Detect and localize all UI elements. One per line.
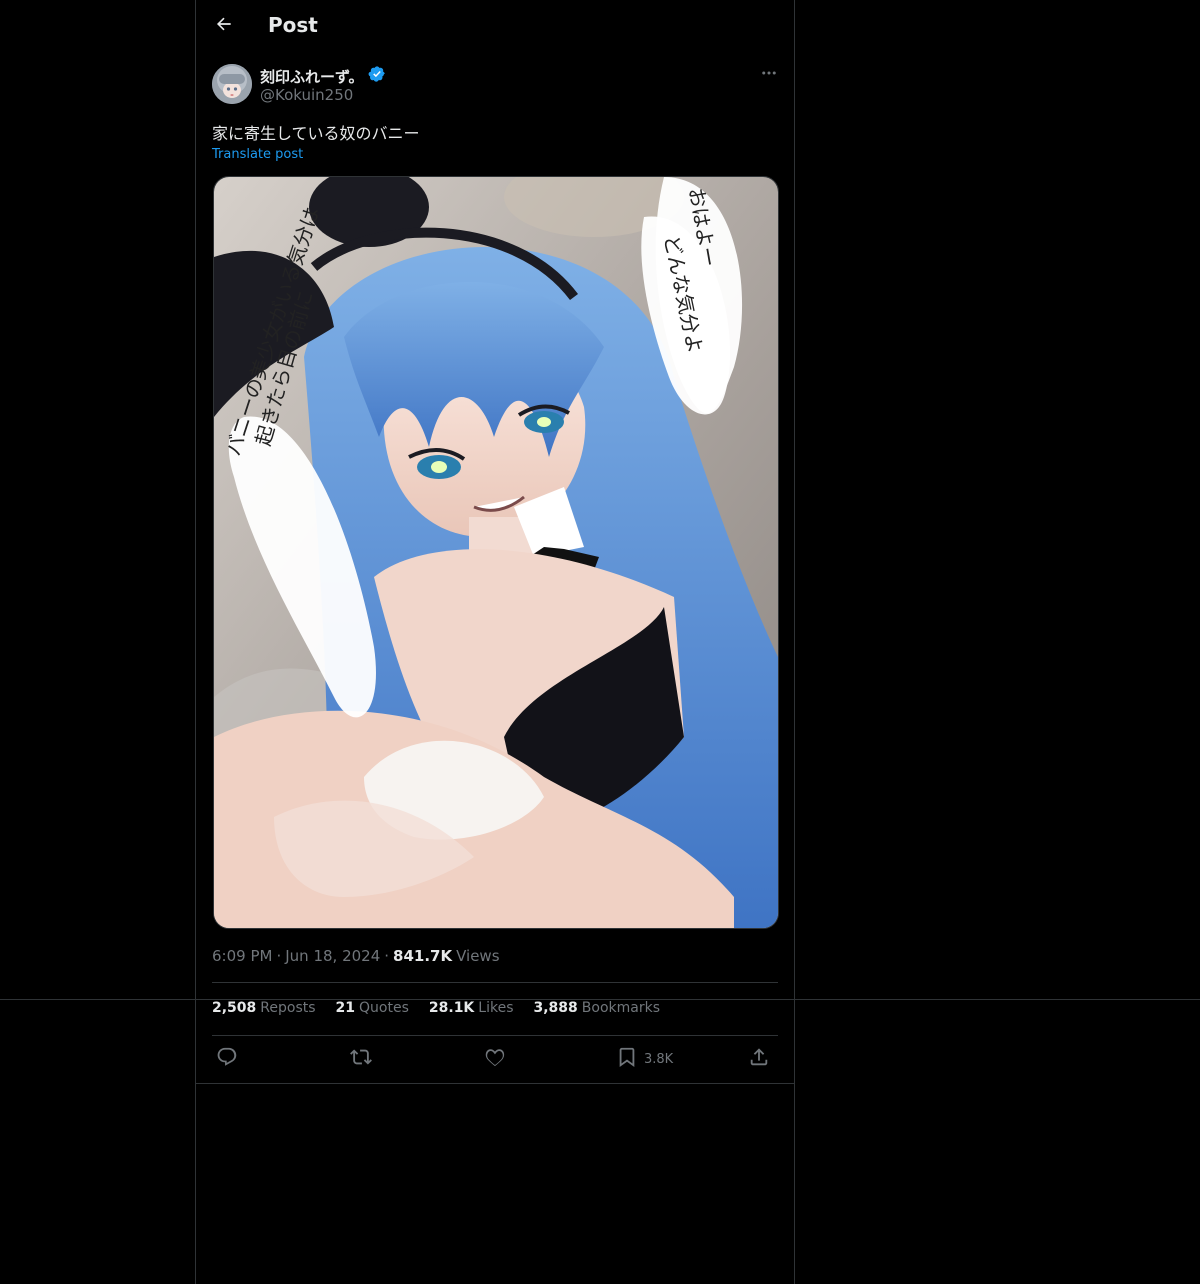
author-display-name[interactable]: 刻印ふれーず。 — [260, 66, 364, 87]
avatar[interactable] — [212, 64, 252, 104]
reposts-count: 2,508 — [212, 1000, 257, 1016]
translate-post-link[interactable]: Translate post — [212, 147, 303, 162]
quotes-stat[interactable]: 21 Quotes — [336, 1000, 409, 1016]
verified-badge-icon — [368, 65, 386, 87]
more-dots-icon — [760, 64, 778, 86]
quotes-label: Quotes — [359, 1000, 409, 1016]
bookmarks-label: Bookmarks — [581, 1000, 661, 1016]
share-button[interactable] — [748, 1044, 770, 1074]
post-date[interactable]: Jun 18, 2024 — [285, 947, 380, 965]
views-count: 841.7K — [393, 947, 453, 965]
like-button[interactable] — [484, 1044, 506, 1074]
bookmark-icon — [616, 1046, 638, 1072]
post-text: 家に寄生している奴のバニー — [212, 124, 420, 143]
repost-icon — [350, 1046, 372, 1072]
quotes-count: 21 — [335, 1000, 356, 1016]
post-image[interactable]: おはよー どんな気分よ 起きたら目の前に バニーの美少女がいる気分は — [213, 176, 779, 929]
bookmarks-stat[interactable]: 3,888 Bookmarks — [534, 1000, 661, 1016]
post-bottom-border — [196, 1083, 794, 1084]
reply-button[interactable] — [216, 1044, 238, 1074]
likes-stat[interactable]: 28.1K Likes — [429, 1000, 514, 1016]
views-label: Views — [456, 947, 500, 965]
back-button[interactable] — [208, 10, 240, 42]
bookmarks-count: 3,888 — [533, 1000, 578, 1016]
author-name-row[interactable]: 刻印ふれーず。 — [260, 65, 386, 87]
reply-icon — [216, 1046, 238, 1072]
page-title: Post — [268, 13, 318, 37]
more-options-button[interactable] — [758, 64, 780, 86]
likes-label: Likes — [478, 1000, 514, 1016]
post-actions: 3.8K — [212, 1044, 778, 1074]
heart-icon — [484, 1046, 506, 1072]
likes-count: 28.1K — [428, 1000, 475, 1016]
divider — [212, 1035, 778, 1036]
post-time[interactable]: 6:09 PM — [212, 947, 272, 965]
post-meta: 6:09 PM · Jun 18, 2024 · 841.7K Views — [212, 947, 500, 965]
reposts-label: Reposts — [260, 1000, 316, 1016]
post-column: Post 刻印ふれーず。 @Kokuin250 家に寄生している奴のバニー Tr… — [195, 0, 795, 1284]
author-handle[interactable]: @Kokuin250 — [260, 86, 353, 104]
meta-separator: · — [276, 947, 282, 965]
bookmark-count: 3.8K — [644, 1051, 674, 1067]
share-icon — [748, 1046, 770, 1072]
reposts-stat[interactable]: 2,508 Reposts — [212, 1000, 316, 1016]
post-header: Post — [196, 0, 794, 53]
back-arrow-icon — [214, 14, 234, 38]
meta-separator: · — [384, 947, 390, 965]
bookmark-button[interactable]: 3.8K — [616, 1044, 673, 1074]
divider — [212, 982, 778, 983]
repost-button[interactable] — [350, 1044, 372, 1074]
post-stats: 2,508 Reposts 21 Quotes 28.1K Likes 3,888 Bo… — [212, 1000, 660, 1016]
